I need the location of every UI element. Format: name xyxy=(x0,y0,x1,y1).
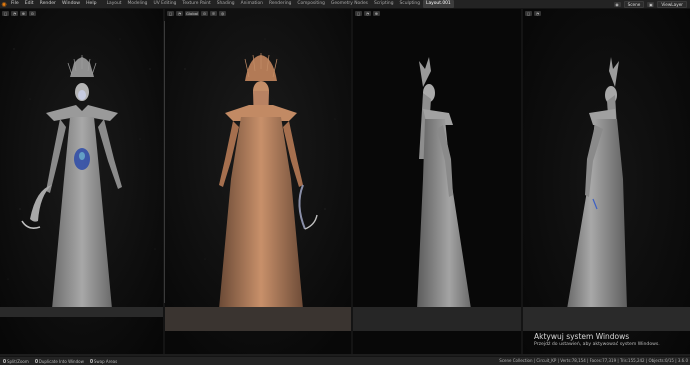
transform-orientation-icon[interactable]: ⊕ xyxy=(20,10,27,16)
character-front-view xyxy=(0,55,164,317)
view-icon[interactable]: ◔ xyxy=(534,10,541,16)
tab-texture-paint[interactable]: Texture Paint xyxy=(179,0,213,8)
character-side-view xyxy=(353,57,521,331)
viewport-header: ▢ ◔ Global ⊙ ❊ ◎ xyxy=(165,9,352,17)
tab-geometry-nodes[interactable]: Geometry Nodes xyxy=(328,0,371,8)
viewport-side-left[interactable]: ▢ ◔ xyxy=(523,9,690,354)
menu-render[interactable]: Render xyxy=(37,0,59,8)
viewlayer-field[interactable]: ViewLayer xyxy=(657,0,687,8)
mouse-left-icon xyxy=(3,359,6,363)
watermark-title: Aktywuj system Windows xyxy=(534,332,630,341)
viewlayer-icon[interactable]: ▣ xyxy=(647,1,655,7)
viewport-header: ▢ ◔ xyxy=(523,9,690,17)
watermark-subtitle: Przejdź do ustawień, aby aktywować syste… xyxy=(534,342,660,347)
status-label: Swap Areas xyxy=(93,358,118,364)
viewport-header: ▢ ◔ ⊕ xyxy=(353,9,521,17)
object-mode-icon[interactable]: ▢ xyxy=(167,10,174,16)
snap-icon[interactable]: ❊ xyxy=(210,10,218,16)
viewport-side-right[interactable]: ▢ ◔ ⊕ xyxy=(353,9,521,354)
object-mode-icon[interactable]: ▢ xyxy=(2,10,9,16)
tab-animation[interactable]: Animation xyxy=(238,0,266,8)
status-label: Split/Zoom xyxy=(7,358,29,364)
tab-modeling[interactable]: Modeling xyxy=(125,0,151,8)
character-side-view-left xyxy=(523,57,690,331)
transform-orientation-icon[interactable]: Global xyxy=(185,10,200,16)
mouse-right-icon xyxy=(89,359,93,363)
status-swap-areas: Swap Areas xyxy=(87,359,120,364)
tab-uv-editing[interactable]: UV Editing xyxy=(150,0,179,8)
object-mode-icon[interactable]: ▢ xyxy=(355,10,362,16)
pivot-icon[interactable]: ⊙ xyxy=(201,10,209,16)
top-bar: ◉ File Edit Render Window Help Layout Mo… xyxy=(0,0,690,9)
menu-window[interactable]: Window xyxy=(59,0,83,8)
menu-file[interactable]: File xyxy=(8,0,22,8)
scene-icon[interactable]: ◉ xyxy=(613,1,621,7)
proportional-icon[interactable]: ◎ xyxy=(219,10,227,16)
status-label: Duplicate Into Window xyxy=(38,358,84,364)
view-icon[interactable]: ◔ xyxy=(11,10,18,16)
tab-scripting[interactable]: Scripting xyxy=(371,0,397,8)
status-split-zoom: Split/Zoom xyxy=(0,359,32,364)
object-mode-icon[interactable]: ▢ xyxy=(525,10,532,16)
tab-layout-001[interactable]: Layout.001 xyxy=(423,0,454,8)
view-icon[interactable]: ◔ xyxy=(176,10,183,16)
status-duplicate-window: Duplicate Into Window xyxy=(32,359,87,364)
blender-logo-icon[interactable]: ◉ xyxy=(0,0,8,8)
tab-shading[interactable]: Shading xyxy=(214,0,238,8)
transform-orientation-icon[interactable]: ⊕ xyxy=(373,10,380,16)
pivot-icon[interactable]: ⊙ xyxy=(29,10,36,16)
viewport-back[interactable]: ▢ ◔ Global ⊙ ❊ ◎ xyxy=(165,9,352,354)
character-back-view xyxy=(165,53,352,331)
menu-edit[interactable]: Edit xyxy=(22,0,37,8)
windows-activation-watermark: Aktywuj system Windows Przejdź do ustawi… xyxy=(534,332,660,347)
tab-rendering[interactable]: Rendering xyxy=(266,0,294,8)
viewport-header: ▢ ◔ ⊕ ⊙ xyxy=(0,9,164,17)
view-icon[interactable]: ◔ xyxy=(364,10,371,16)
mouse-middle-icon xyxy=(34,359,38,363)
viewport-front[interactable]: ▢ ◔ ⊕ ⊙ xyxy=(0,9,164,354)
tab-layout[interactable]: Layout xyxy=(104,0,125,8)
tab-sculpting[interactable]: Sculpting xyxy=(397,0,424,8)
tab-compositing[interactable]: Compositing xyxy=(294,0,328,8)
menu-help[interactable]: Help xyxy=(83,0,99,8)
scene-field[interactable]: Scene xyxy=(623,0,645,8)
